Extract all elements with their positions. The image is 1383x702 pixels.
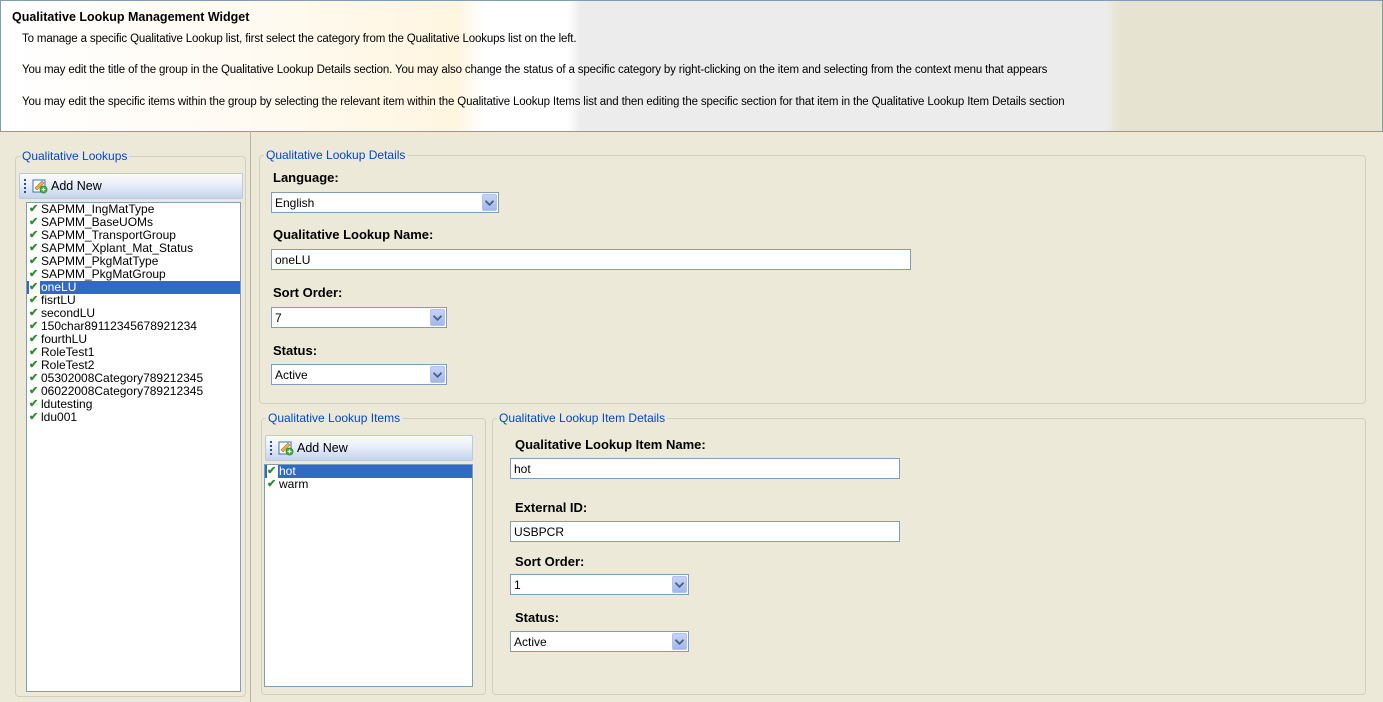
item-details-group: Qualitative Lookup Item Details — [492, 411, 1366, 695]
chevron-down-icon[interactable] — [672, 633, 687, 650]
add-new-item-button[interactable]: Add New — [278, 439, 348, 457]
add-new-label: Add New — [51, 179, 102, 193]
status-value: Active — [275, 368, 308, 382]
item-status-value: Active — [514, 635, 547, 649]
check-icon: ✔ — [29, 398, 39, 410]
check-icon: ✔ — [29, 203, 39, 215]
external-id-input[interactable] — [510, 521, 900, 542]
lookup-item-label: ldu001 — [41, 410, 78, 424]
lookup-name-input[interactable] — [271, 249, 911, 270]
check-icon: ✔ — [29, 281, 40, 294]
item-sort-order-label: Sort Order: — [515, 554, 585, 569]
toolbar-grip[interactable] — [270, 441, 272, 455]
check-icon: ✔ — [29, 294, 39, 306]
lookup-name-label: Qualitative Lookup Name: — [273, 227, 434, 242]
check-icon: ✔ — [29, 333, 39, 345]
check-icon: ✔ — [29, 216, 39, 228]
lookups-legend: Qualitative Lookups — [22, 149, 128, 163]
items-toolbar: Add New — [265, 435, 473, 461]
external-id-label: External ID: — [515, 500, 588, 515]
lookup-items-legend: Qualitative Lookup Items — [268, 411, 401, 425]
widget-title: Qualitative Lookup Management Widget — [12, 10, 250, 24]
chevron-down-icon[interactable] — [482, 194, 497, 211]
check-icon: ✔ — [267, 465, 278, 478]
add-new-icon — [278, 440, 294, 456]
item-sort-order-select[interactable]: 1 — [510, 574, 689, 595]
check-icon: ✔ — [29, 229, 39, 241]
sort-order-label: Sort Order: — [273, 285, 343, 300]
check-icon: ✔ — [29, 346, 39, 358]
chevron-down-icon[interactable] — [672, 576, 687, 593]
instruction-line-1: To manage a specific Qualitative Lookup … — [22, 33, 577, 45]
check-icon: ✔ — [29, 242, 39, 254]
left-panel: Qualitative Lookups Add New ✔ SAPMM_IngMa… — [7, 131, 251, 702]
lookup-details-legend: Qualitative Lookup Details — [266, 148, 406, 162]
check-icon: ✔ — [267, 478, 277, 490]
language-label: Language: — [273, 170, 339, 185]
instruction-line-3: You may edit the specific items within t… — [22, 96, 1065, 108]
toolbar-grip[interactable] — [24, 179, 26, 193]
item-status-select[interactable]: Active — [510, 631, 689, 652]
check-icon: ✔ — [29, 320, 39, 332]
instructions-header: Qualitative Lookup Management Widget To … — [0, 0, 1383, 132]
lookups-toolbar: Add New — [19, 173, 243, 199]
language-select[interactable]: English — [271, 192, 499, 213]
add-new-icon — [32, 178, 48, 194]
sort-order-value: 7 — [275, 311, 282, 325]
language-value: English — [275, 196, 315, 210]
add-new-lookup-button[interactable]: Add New — [32, 177, 102, 195]
check-icon: ✔ — [29, 307, 39, 319]
sort-order-select[interactable]: 7 — [271, 307, 447, 328]
check-icon: ✔ — [29, 411, 39, 423]
instruction-line-2: You may edit the title of the group in t… — [22, 64, 1048, 76]
status-label: Status: — [273, 343, 318, 358]
item-sort-order-value: 1 — [514, 578, 521, 592]
lookup-list-item[interactable]: ✔ ldu001 — [27, 411, 240, 424]
lookup-item-list-item[interactable]: ✔ warm — [265, 478, 472, 491]
item-details-legend: Qualitative Lookup Item Details — [499, 411, 666, 425]
check-icon: ✔ — [29, 255, 39, 267]
add-new-label: Add New — [297, 441, 348, 455]
check-icon: ✔ — [29, 359, 39, 371]
items-listbox[interactable]: ✔ hot ✔ warm — [264, 464, 473, 687]
lookup-item-item-label: warm — [279, 477, 309, 491]
lookups-listbox[interactable]: ✔ SAPMM_IngMatType ✔ SAPMM_BaseUOMs ✔ SAPMM_T… — [26, 202, 241, 692]
check-icon: ✔ — [29, 385, 39, 397]
item-status-label: Status: — [515, 610, 560, 625]
check-icon: ✔ — [29, 268, 39, 280]
chevron-down-icon[interactable] — [430, 366, 445, 383]
chevron-down-icon[interactable] — [430, 309, 445, 326]
status-select[interactable]: Active — [271, 364, 447, 385]
item-name-label: Qualitative Lookup Item Name: — [515, 437, 706, 452]
check-icon: ✔ — [29, 372, 39, 384]
item-name-input[interactable] — [510, 458, 900, 479]
